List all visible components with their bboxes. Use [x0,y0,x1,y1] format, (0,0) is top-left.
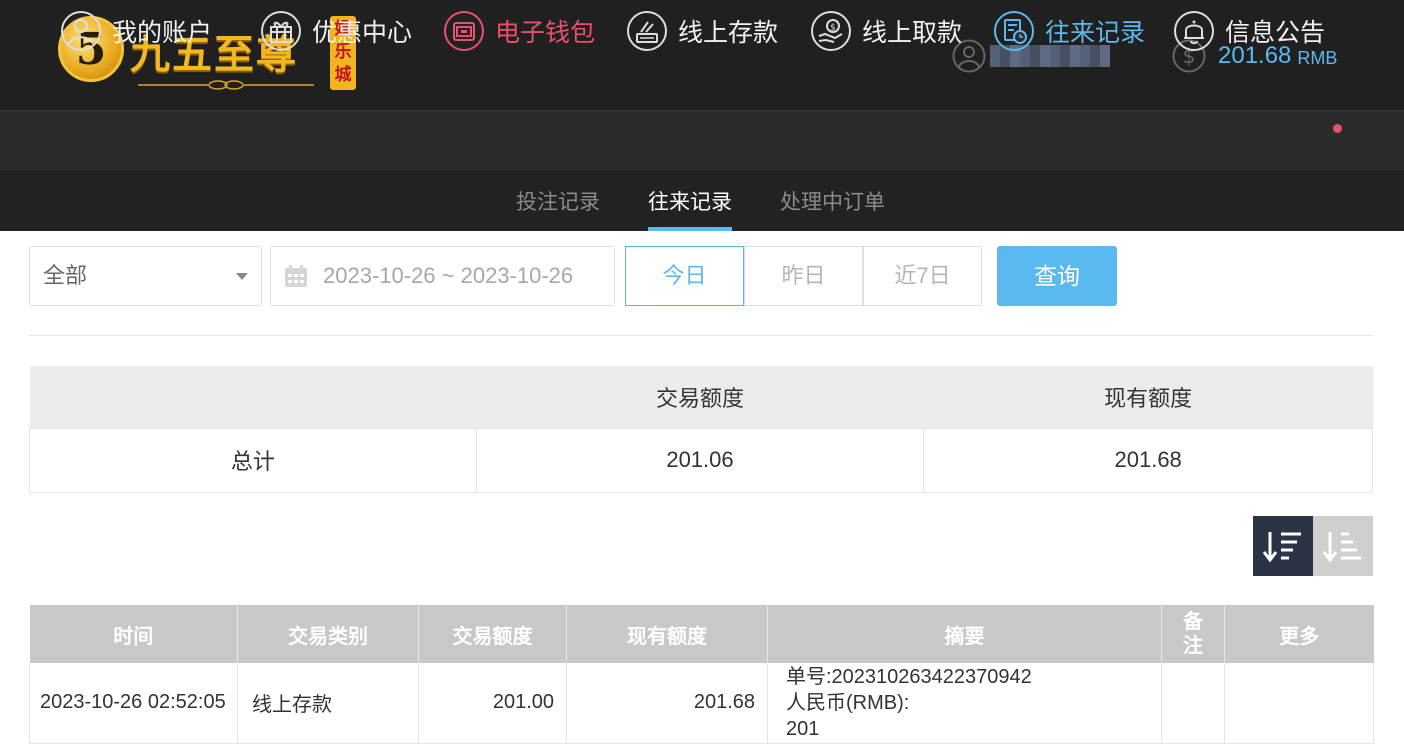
nav-item-online-deposit[interactable]: 线上存款 [626,10,778,52]
transactions-table: 时间 交易类别 交易额度 现有额度 摘要 备注 更多 2023-10-26 02… [29,605,1374,744]
wallet-icon [444,11,484,51]
summary-order-no: 单号:202310263422370942 [786,665,1032,688]
summary-header-amount: 交易额度 [476,366,924,428]
nav-item-label: 信息公告 [1225,19,1326,47]
date-range-picker[interactable]: 2023-10-26 ~ 2023-10-26 [270,246,615,306]
summary-currency: 人民币(RMB): [786,691,910,714]
summary-total-row: 总计 201.06 201.68 [29,427,1373,493]
nav-item-label: 线上存款 [678,19,779,47]
sort-toggle [1253,516,1373,576]
cell-summary: 单号:202310263422370942 人民币(RMB): 201 [767,663,1162,744]
col-header-summary[interactable]: 摘要 [767,605,1162,663]
user-circle-icon [61,11,101,51]
date-range-value: 2023-10-26 ~ 2023-10-26 [323,263,574,288]
nav-item-e-wallet[interactable]: 电子钱包 [443,10,595,52]
nav-item-announcements[interactable]: 信息公告 [1173,10,1325,52]
cell-balance: 201.68 [566,663,768,744]
col-header-more[interactable]: 更多 [1224,605,1374,663]
sort-desc-button[interactable] [1253,516,1313,576]
nav-item-transaction-records[interactable]: 往来记录 [993,10,1145,52]
nav-item-label: 优惠中心 [312,19,413,47]
today-button[interactable]: 今日 [625,246,744,306]
nav-item-promotions[interactable]: 优惠中心 [260,10,412,52]
total-balance: 201.68 [923,427,1373,493]
records-icon [994,11,1034,51]
bell-icon [1174,11,1214,51]
tab-bet-records[interactable]: 投注记录 [516,186,600,216]
table-header-row: 时间 交易类别 交易额度 现有额度 摘要 备注 更多 [29,605,1374,663]
cell-more[interactable] [1224,663,1374,744]
table-row: 2023-10-26 02:52:05 线上存款 201.00 201.68 单… [29,663,1374,744]
cell-amount: 201.00 [418,663,567,744]
total-amount: 201.06 [475,427,925,493]
nav-item-my-account[interactable]: 我的账户 [60,10,212,52]
summary-header-blank [29,366,477,428]
summary-table: 交易额度 现有额度 总计 201.06 201.68 [29,366,1373,493]
yesterday-button[interactable]: 昨日 [744,246,863,306]
logo-tag-char: 城 [334,65,352,85]
withdraw-icon: $ [811,11,851,51]
sort-asc-button[interactable] [1313,516,1373,576]
search-button[interactable]: 查询 [997,246,1117,306]
total-label: 总计 [29,427,477,493]
cell-type: 线上存款 [237,663,419,744]
sort-desc-icon [1262,532,1301,563]
summary-value: 201 [786,717,820,740]
nav-item-online-withdraw[interactable]: $ 线上取款 [810,10,962,52]
col-header-time[interactable]: 时间 [29,605,238,663]
deposit-icon [627,11,667,51]
logo-flourish-icon [138,80,314,90]
main-nav [0,110,1404,172]
calendar-icon [285,265,307,287]
transaction-type-select[interactable]: 全部 [29,246,262,306]
chevron-down-icon [236,273,248,280]
col-header-type[interactable]: 交易类别 [237,605,419,663]
nav-item-label: 线上取款 [862,19,963,47]
summary-header-row: 交易额度 现有额度 [29,366,1373,428]
nav-item-label: 电子钱包 [495,19,596,47]
notification-badge [1333,124,1342,133]
col-header-remark[interactable]: 备注 [1161,605,1225,663]
select-value: 全部 [43,263,88,288]
nav-item-label: 往来记录 [1045,19,1146,47]
tab-pending-orders[interactable]: 处理中订单 [780,186,885,216]
tab-transaction-records[interactable]: 往来记录 [648,186,732,216]
cell-remark [1161,663,1225,744]
active-tab-indicator [648,227,732,231]
svg-text:$: $ [830,23,836,33]
gift-icon [261,11,301,51]
col-header-balance[interactable]: 现有额度 [566,605,768,663]
summary-header-balance: 现有额度 [923,366,1373,428]
last-7-days-button[interactable]: 近7日 [863,246,982,306]
cell-time: 2023-10-26 02:52:05 [29,663,238,744]
col-header-remark-text: 备注 [1183,611,1203,657]
divider [29,335,1373,336]
col-header-amount[interactable]: 交易额度 [418,605,567,663]
sort-asc-icon [1322,532,1361,563]
nav-item-label: 我的账户 [112,19,213,47]
